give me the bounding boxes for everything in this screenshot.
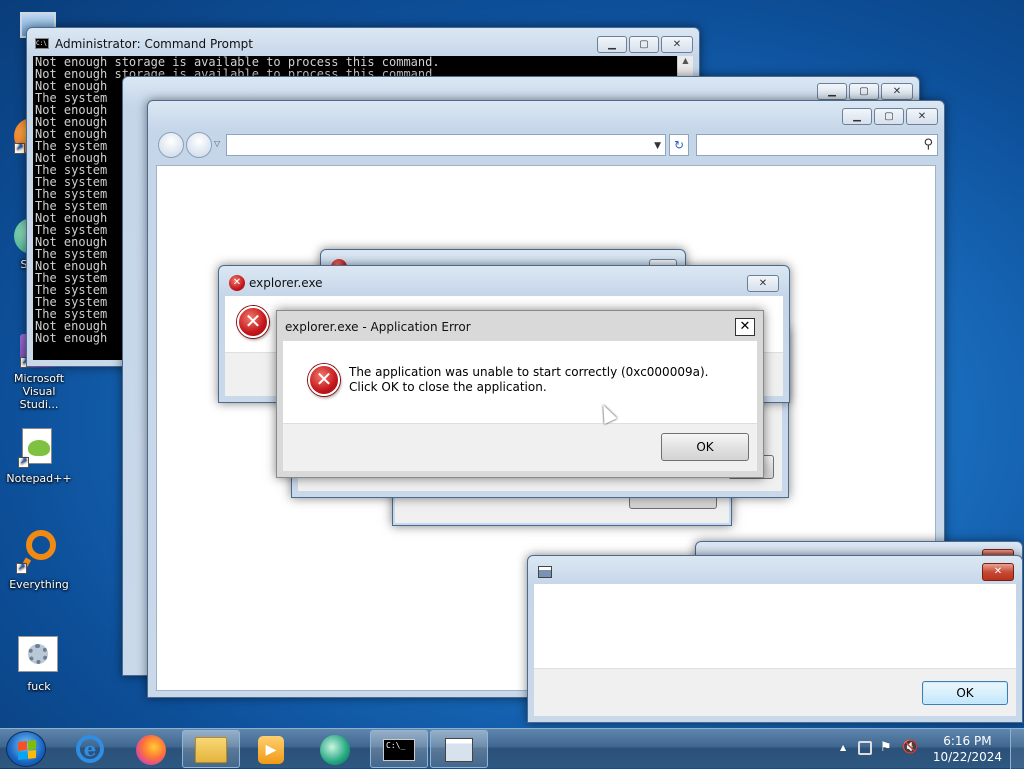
back-button[interactable] xyxy=(158,132,184,158)
forward-button[interactable] xyxy=(186,132,212,158)
cmd-icon: C:\ xyxy=(35,38,49,49)
taskbar-media-button[interactable]: ▶ xyxy=(242,730,300,768)
minimize-button[interactable]: ▁ xyxy=(817,83,847,100)
minimize-button[interactable]: ▁ xyxy=(842,108,872,125)
app-icon xyxy=(320,735,350,765)
taskbar-app-button[interactable] xyxy=(306,730,364,768)
search-box[interactable]: ⚲ xyxy=(696,134,938,156)
close-button[interactable]: ✕ xyxy=(735,318,755,336)
maximize-button[interactable]: ▢ xyxy=(849,83,879,100)
taskbar-ie-button[interactable]: e xyxy=(62,730,120,768)
scroll-up-arrow-icon[interactable]: ▲ xyxy=(678,56,693,65)
media-player-icon: ▶ xyxy=(258,736,284,764)
clock-date: 10/22/2024 xyxy=(932,750,1002,764)
search-icon[interactable]: ⚲ xyxy=(923,137,933,152)
ok-button[interactable]: OK xyxy=(922,681,1008,705)
ie-icon: e xyxy=(76,735,104,763)
desktop-icon-label: fuck xyxy=(27,680,51,693)
address-bar[interactable]: ▼ xyxy=(226,134,666,156)
clock-time: 6:16 PM xyxy=(943,734,992,748)
firefox-icon xyxy=(136,735,166,765)
desktop-icon-fuck[interactable]: fuck xyxy=(2,636,76,693)
error-message: The application was unable to start corr… xyxy=(349,365,709,394)
clock[interactable]: 6:16 PM 10/22/2024 xyxy=(933,733,1002,765)
everything-search-icon: ↗ xyxy=(16,528,60,574)
window-icon xyxy=(445,738,473,762)
taskbar-explorer-button[interactable] xyxy=(182,730,240,768)
error-icon: ✕ xyxy=(229,275,245,291)
taskbar-cmd-button[interactable]: C:\_ xyxy=(370,730,428,768)
application-error-dialog[interactable]: explorer.exe - Application Error ✕ ✕ The… xyxy=(276,310,764,478)
error-icon: ✕ xyxy=(308,364,340,396)
history-dropdown-icon[interactable]: ▽ xyxy=(214,139,220,148)
blank-dialog[interactable]: ✕ OK xyxy=(527,555,1023,723)
system-tray: ▲ ⚑ 🔇 6:16 PM 10/22/2024 xyxy=(834,729,1024,769)
dialog-title: explorer.exe xyxy=(249,276,323,290)
address-dropdown-icon[interactable]: ▼ xyxy=(654,141,661,151)
volume-muted-icon[interactable]: 🔇 xyxy=(902,740,918,755)
taskbar: e ▶ C:\_ ▲ ⚑ 🔇 6:16 PM 10/22/2024 xyxy=(0,728,1024,769)
close-button[interactable]: ✕ xyxy=(906,108,938,125)
desktop-icon-notepadpp[interactable]: ↗ Notepad++ xyxy=(2,424,76,485)
desktop-icon-everything[interactable]: ↗ Everything xyxy=(2,528,76,591)
notepadpp-icon: ↗ xyxy=(18,424,58,468)
show-hidden-icons-button[interactable]: ▲ xyxy=(840,743,846,752)
cmd-icon: C:\_ xyxy=(383,739,415,761)
maximize-button[interactable]: ▢ xyxy=(874,108,904,125)
desktop-icon-label: Microsoft Visual Studi... xyxy=(13,372,65,411)
shortcut-arrow-icon: ↗ xyxy=(16,563,27,574)
minimize-button[interactable]: ▁ xyxy=(597,36,627,53)
shortcut-arrow-icon: ↗ xyxy=(18,457,29,468)
shortcut-arrow-icon: ↗ xyxy=(14,143,25,154)
file-explorer-icon xyxy=(195,737,227,763)
window-title: Administrator: Command Prompt xyxy=(55,37,253,51)
ok-button[interactable]: OK xyxy=(661,433,749,461)
desktop-icon-label: Notepad++ xyxy=(6,472,72,485)
desktop-icon-label: Everything xyxy=(9,578,69,591)
close-button[interactable]: ✕ xyxy=(661,36,693,53)
action-center-flag-icon[interactable]: ⚑ xyxy=(880,740,892,755)
close-button[interactable]: ✕ xyxy=(747,275,779,292)
network-icon[interactable] xyxy=(858,741,872,755)
taskbar-window-button[interactable] xyxy=(430,730,488,768)
window-icon xyxy=(538,566,552,578)
dialog-title: explorer.exe - Application Error xyxy=(285,320,471,334)
error-icon: ✕ xyxy=(237,306,269,338)
close-button[interactable]: ✕ xyxy=(982,563,1014,581)
show-desktop-button[interactable] xyxy=(1010,729,1024,769)
maximize-button[interactable]: ▢ xyxy=(629,36,659,53)
refresh-button[interactable]: ↻ xyxy=(669,134,689,156)
settings-file-icon xyxy=(16,636,60,676)
start-button[interactable] xyxy=(6,731,46,767)
close-button[interactable]: ✕ xyxy=(881,83,913,100)
taskbar-firefox-button[interactable] xyxy=(122,730,180,768)
windows-logo-icon xyxy=(18,740,36,760)
